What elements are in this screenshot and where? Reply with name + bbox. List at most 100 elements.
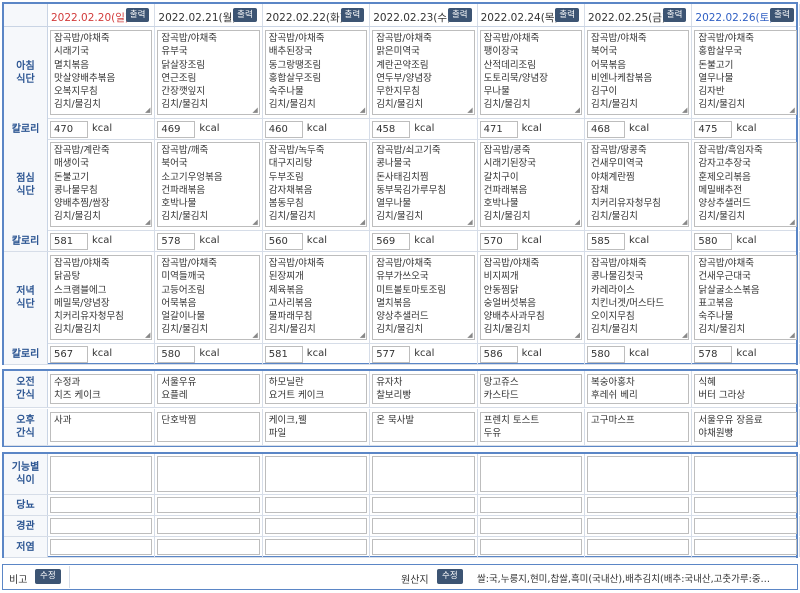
diet-input[interactable] [587,539,690,555]
snack-textarea[interactable]: 프렌치 토스트 두유 [479,412,582,442]
menu-textarea[interactable]: 잡곡밥/야채죽 콩나물김칫국 카레라이스 치킨너겟/머스타드 오이지무침 김치/… [587,255,690,340]
origin-edit-button[interactable]: 수정 [437,569,463,584]
snack-textarea[interactable]: 온 묵사발 [372,412,475,442]
menu-textarea[interactable]: 잡곡밥/야채죽 북어국 어묵볶음 비엔나케찹볶음 김구이 김치/물김치 ◢ [587,30,690,115]
print-button[interactable]: 출력 [555,8,579,22]
note-edit-button[interactable]: 수정 [35,569,61,584]
calorie-input[interactable]: 580 [587,346,625,363]
note-input[interactable] [69,566,394,588]
diet-input[interactable] [587,518,690,534]
diet-input[interactable] [587,497,690,513]
diet-input[interactable] [50,518,153,534]
menu-textarea[interactable]: 잡곡밥/계란죽 매생이국 돈불고기 콩나물무침 양배추찜/쌈장 김치/물김치 ◢ [50,142,153,227]
diet-input[interactable] [264,497,368,513]
calorie-input[interactable]: 471 [479,121,518,138]
diet-input[interactable] [587,456,690,492]
calorie-input[interactable]: 570 [479,233,518,250]
snack-textarea[interactable]: 복숭아홍차 후레쉬 베리 [587,374,690,404]
diet-input[interactable] [479,539,582,555]
menu-textarea[interactable]: 잡곡밥/흑임자죽 감자고추장국 훈제오리볶음 메밀배추전 양상추샐러드 김치/물… [694,142,797,227]
diet-input[interactable] [50,539,153,555]
menu-cell: 잡곡밥/계란죽 매생이국 돈불고기 콩나물무침 양배추찜/쌈장 김치/물김치 ◢ [48,139,156,230]
menu-textarea[interactable]: 잡곡밥/야채죽 배추된장국 동그랑땡조림 홍합살무조림 숙주나물 김치/물김치 ◢ [264,30,368,115]
menu-textarea[interactable]: 잡곡밥/야채죽 맑은미역국 계란곤약조림 연두부/양념장 무한지무침 김치/물김… [372,30,475,115]
calorie-input[interactable]: 581 [264,346,303,363]
calorie-input[interactable]: 578 [694,346,733,363]
diet-input[interactable] [479,456,582,492]
menu-textarea[interactable]: 잡곡밥/야채죽 건새우근대국 닭살굴소스볶음 표고볶음 숙주나물 김치/물김치 ◢ [694,255,797,340]
snack-textarea[interactable]: 케이크,웰 파일 [264,412,368,442]
diet-input[interactable] [694,539,797,555]
calorie-input[interactable]: 586 [479,346,518,363]
diet-input[interactable] [479,518,582,534]
snack-textarea[interactable]: 사과 [50,412,153,442]
diet-input[interactable] [694,497,797,513]
calorie-input[interactable]: 577 [372,346,411,363]
print-button[interactable]: 출력 [340,8,365,22]
menu-textarea[interactable]: 잡곡밥/야채죽 시래기국 멸치볶음 맛살양배추볶음 오복지무침 김치/물김치 ◢ [50,30,153,115]
calorie-input[interactable]: 470 [50,121,88,138]
snack-textarea[interactable]: 식혜 버터 그라상 [694,374,797,404]
menu-textarea[interactable]: 잡곡밥/야채죽 닭곰탕 스크램블에그 메밀묵/양념장 치커리유자청무침 김치/물… [50,255,153,340]
calorie-input[interactable]: 469 [157,121,196,138]
snack-textarea[interactable]: 유자차 찰보리빵 [372,374,475,404]
diet-input[interactable] [157,518,260,534]
print-button[interactable]: 출력 [662,8,687,22]
menu-textarea[interactable]: 잡곡밥/녹두죽 대구지리탕 두부조림 감자채볶음 봄동무침 김치/물김치 ◢ [264,142,368,227]
date-label: 2022.02.21(월) [158,12,237,24]
calorie-input[interactable]: 580 [694,233,733,250]
snack-textarea[interactable]: 단호박찜 [157,412,260,442]
calorie-input[interactable]: 580 [157,346,196,363]
snack-textarea[interactable]: 망고쥬스 카스타드 [479,374,582,404]
menu-textarea[interactable]: 잡곡밥/콩죽 시래기된장국 갈치구이 건파래볶음 호박나물 김치/물김치 ◢ [479,142,582,227]
calorie-input[interactable]: 585 [587,233,625,250]
snack-textarea[interactable]: 수정과 치즈 케이크 [50,374,153,404]
menu-textarea[interactable]: 잡곡밥/야채죽 미역들깨국 고등어조림 어묵볶음 얼갈이나물 김치/물김치 ◢ [157,255,260,340]
menu-textarea[interactable]: 잡곡밥/쇠고기죽 콩나물국 돈사태김치찜 동부묵김가루무침 열무나물 김치/물김… [372,142,475,227]
menu-textarea[interactable]: 잡곡밥/야채죽 팽이장국 산적데리조림 도토리묵/양념장 무나물 김치/물김치 ◢ [479,30,582,115]
menu-textarea[interactable]: 잡곡밥/깨죽 북어국 소고기우엉볶음 건파래볶음 호박나물 김치/물김치 ◢ [157,142,260,227]
snack-cell: 서울우유 장음료 야채원빵 [692,409,800,445]
calorie-input[interactable]: 581 [50,233,88,250]
diet-input[interactable] [372,497,475,513]
diet-input[interactable] [50,497,153,513]
diet-input[interactable] [50,456,153,492]
diet-input[interactable] [694,456,797,492]
snack-textarea[interactable]: 서울우유 장음료 야채원빵 [694,412,797,442]
calorie-input[interactable]: 458 [372,121,411,138]
calorie-cell: 469 kcal [155,119,263,139]
resize-grip-icon: ◢ [252,106,258,114]
diet-input[interactable] [479,497,582,513]
diet-input[interactable] [264,456,368,492]
diet-row: 기능별 식이 [4,454,800,495]
snack-textarea[interactable]: 서울우유 요플레 [157,374,260,404]
calorie-input[interactable]: 569 [372,233,411,250]
menu-textarea[interactable]: 잡곡밥/땅콩죽 건새우미역국 야채계란찜 잡채 치커리유자청무침 김치/물김치 ◢ [587,142,690,227]
diet-input[interactable] [264,518,368,534]
diet-input[interactable] [264,539,368,555]
diet-input[interactable] [372,518,475,534]
snack-textarea[interactable]: 하모닐란 요거트 케이크 [264,374,368,404]
diet-input[interactable] [372,456,475,492]
calorie-input[interactable]: 468 [587,121,625,138]
calorie-input[interactable]: 560 [264,233,303,250]
diet-input[interactable] [694,518,797,534]
calorie-input[interactable]: 567 [50,346,88,363]
calorie-input[interactable]: 578 [157,233,196,250]
menu-textarea[interactable]: 잡곡밥/야채죽 홍합살무국 돈불고기 열무나물 김자반 김치/물김치 ◢ [694,30,797,115]
menu-textarea[interactable]: 잡곡밥/야채죽 유부가쓰오국 미트볼토마토조림 멸치볶음 양상추샐러드 김치/물… [372,255,475,340]
print-button[interactable]: 출력 [233,8,257,22]
print-button[interactable]: 출력 [770,8,794,22]
calorie-input[interactable]: 460 [264,121,303,138]
print-button[interactable]: 출력 [125,8,150,22]
snack-textarea[interactable]: 고구마스프 [587,412,690,442]
diet-input[interactable] [157,539,260,555]
menu-textarea[interactable]: 잡곡밥/야채죽 된장찌개 제육볶음 고사리볶음 물파래무침 김치/물김치 ◢ [264,255,368,340]
calorie-input[interactable]: 475 [694,121,733,138]
menu-textarea[interactable]: 잡곡밥/야채죽 비지찌개 안동찜닭 숭얼버섯볶음 양배추사과무침 김치/물김치 ◢ [479,255,582,340]
diet-input[interactable] [157,497,260,513]
print-button[interactable]: 출력 [447,8,472,22]
menu-textarea[interactable]: 잡곡밥/야채죽 유부국 닭살장조림 연근조림 간장깻잎지 김치/물김치 ◢ [157,30,260,115]
diet-input[interactable] [157,456,260,492]
diet-input[interactable] [372,539,475,555]
